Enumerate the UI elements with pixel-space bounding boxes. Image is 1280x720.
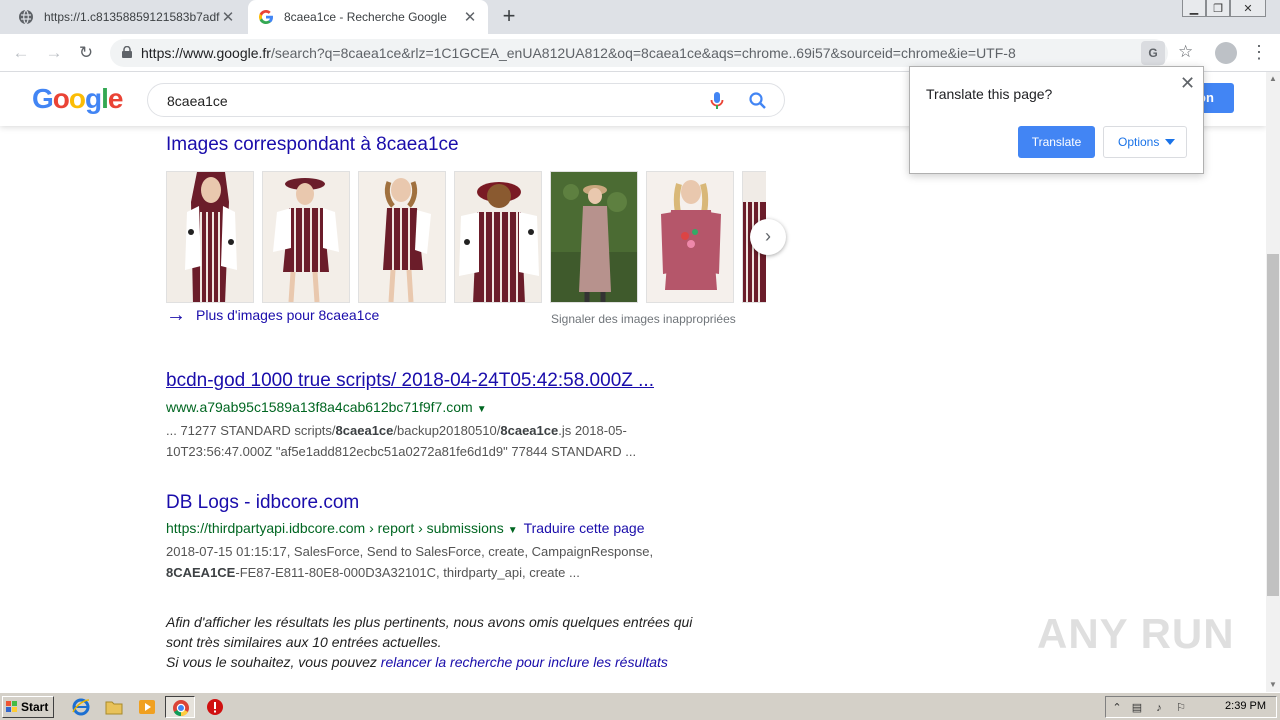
snippet-text: ... 71277 STANDARD scripts/: [166, 423, 336, 438]
image-thumbnail[interactable]: [454, 171, 542, 303]
snippet-text: -FE87-E811-80E8-000D3A32101C, thirdparty…: [235, 565, 580, 580]
tab-url[interactable]: https://1.c81358859121583b7adf2a ✕: [8, 0, 246, 34]
restore-icon[interactable]: ❐: [1206, 0, 1230, 17]
back-arrow-icon[interactable]: ←: [10, 42, 32, 64]
translate-icon[interactable]: G: [1141, 41, 1165, 65]
omitted-text: Afin d'afficher les résultats les plus p…: [166, 614, 693, 630]
search-query: 8caea1ce: [167, 93, 228, 109]
scrollbar-thumb[interactable]: [1267, 254, 1279, 596]
result-url: www.a79ab95c1589a13f8a4cab612bc71f9f7.co…: [166, 399, 487, 415]
scroll-down-icon[interactable]: ▼: [1266, 678, 1280, 692]
snippet-text: 2018-07-15 01:15:17, SalesForce, Send to…: [166, 544, 654, 559]
chrome-taskbar-button[interactable]: [165, 696, 195, 718]
translate-popup: Translate this page? ✕ Translate Options: [909, 66, 1204, 174]
tab-strip: https://1.c81358859121583b7adf2a ✕ 8caea…: [0, 0, 1280, 34]
windows-flag-icon: [6, 701, 17, 712]
result-title-link[interactable]: DB Logs - idbcore.com: [166, 492, 359, 514]
search-input[interactable]: 8caea1ce: [147, 83, 785, 117]
stop-icon[interactable]: [206, 698, 224, 716]
dropdown-caret-icon[interactable]: ▼: [477, 404, 487, 415]
internet-explorer-icon[interactable]: [72, 698, 90, 716]
snippet-highlight: 8caea1ce: [335, 423, 394, 438]
carousel-next-button[interactable]: ›: [750, 219, 786, 255]
image-thumbnail[interactable]: [262, 171, 350, 303]
dropdown-caret-icon[interactable]: ▼: [508, 525, 518, 536]
scroll-up-icon[interactable]: ▲: [1266, 72, 1280, 86]
action-center-flag-icon[interactable]: ⚐: [1174, 701, 1188, 715]
close-tab-icon[interactable]: ✕: [462, 8, 478, 26]
system-tray: ⌃ ▤ ♪ ⚐ 2:39 PM: [1105, 696, 1277, 718]
url-path: /search?q=8caea1ce&rlz=1C1GCEA_enUA812UA…: [270, 45, 1016, 61]
image-thumbnails: [166, 171, 766, 303]
result-url-text: https://thirdpartyapi.idbcore.com › repo…: [166, 520, 504, 536]
translate-page-link[interactable]: Traduire cette page: [524, 520, 645, 536]
snippet-text: .js 2018-05-: [558, 423, 627, 438]
omitted-text: sont très similaires aux 10 entrées actu…: [166, 634, 442, 650]
url-host: https://www.google.fr: [141, 45, 271, 61]
omitted-results-notice: Afin d'afficher les résultats les plus p…: [166, 612, 776, 672]
windows-taskbar: Start ⌃ ▤ ♪ ⚐ 2:39 PM: [0, 692, 1280, 720]
google-logo[interactable]: Google: [32, 83, 123, 115]
options-dropdown[interactable]: Options: [1103, 126, 1187, 158]
profile-avatar[interactable]: [1215, 42, 1237, 64]
start-label: Start: [21, 700, 49, 714]
page-scrollbar[interactable]: ▲ ▼: [1266, 72, 1280, 692]
report-images-link[interactable]: Signaler des images inappropriées: [551, 312, 736, 326]
search-icon[interactable]: [748, 91, 768, 111]
reload-icon[interactable]: ↻: [75, 42, 97, 64]
new-tab-button[interactable]: +: [498, 5, 520, 28]
more-images-link[interactable]: → Plus d'images pour 8caea1ce: [166, 304, 380, 326]
address-bar[interactable]: https://www.google.fr/search?q=8caea1ce&…: [110, 39, 1193, 67]
tray-expand-icon[interactable]: ⌃: [1110, 701, 1124, 715]
snippet-highlight: 8caea1ce: [500, 423, 559, 438]
arrow-right-icon: →: [166, 304, 186, 326]
screen: https://1.c81358859121583b7adf2a ✕ 8caea…: [0, 0, 1280, 720]
tab-title: https://1.c81358859121583b7adf2a: [44, 10, 220, 24]
images-heading[interactable]: Images correspondant à 8caea1ce: [166, 134, 459, 156]
result-title-link[interactable]: bcdn-god 1000 true scripts/ 2018-04-24T0…: [166, 370, 654, 392]
bookmark-star-icon[interactable]: ☆: [1178, 42, 1193, 62]
translate-button[interactable]: Translate: [1018, 126, 1095, 158]
window-close-icon[interactable]: ✕: [1230, 0, 1266, 17]
close-icon[interactable]: ✕: [1180, 73, 1195, 94]
image-thumbnail[interactable]: [358, 171, 446, 303]
result-url-text: www.a79ab95c1589a13f8a4cab612bc71f9f7.co…: [166, 399, 473, 415]
snippet-highlight: 8CAEA1CE: [166, 565, 236, 580]
microphone-icon[interactable]: [709, 91, 725, 111]
url-text: https://www.google.fr/search?q=8caea1ce&…: [141, 45, 1016, 61]
snippet-text: 10T23:56:47.000Z "af5e1add812ecbc51a0272…: [166, 444, 637, 459]
anyrun-watermark: ANY RUN: [1037, 610, 1235, 657]
media-player-icon[interactable]: [138, 698, 156, 716]
start-button[interactable]: Start: [2, 696, 54, 718]
network-icon[interactable]: ▤: [1130, 701, 1144, 715]
result-url: https://thirdpartyapi.idbcore.com › repo…: [166, 520, 645, 536]
clock[interactable]: 2:39 PM: [1225, 700, 1266, 712]
chevron-down-icon: [1165, 139, 1175, 145]
snippet-text: /backup20180510/: [393, 423, 501, 438]
window-controls: ▁ ❐ ✕: [1182, 0, 1266, 18]
result-snippet: ... 71277 STANDARD scripts/8caea1ce/back…: [166, 420, 686, 462]
menu-kebab-icon[interactable]: ⋮: [1250, 42, 1268, 64]
folder-icon[interactable]: [105, 698, 123, 716]
google-favicon-icon: [258, 9, 274, 25]
repeat-search-link[interactable]: relancer la recherche pour inclure les r…: [381, 654, 668, 670]
close-tab-icon[interactable]: ✕: [220, 8, 236, 26]
omitted-text: Si vous le souhaitez, vous pouvez: [166, 654, 381, 670]
more-images-label: Plus d'images pour 8caea1ce: [196, 307, 380, 323]
image-thumbnail[interactable]: [166, 171, 254, 303]
globe-icon: [18, 9, 34, 25]
forward-arrow-icon[interactable]: →: [43, 42, 65, 64]
image-thumbnail[interactable]: [550, 171, 638, 303]
image-thumbnail[interactable]: [646, 171, 734, 303]
volume-icon[interactable]: ♪: [1152, 701, 1166, 715]
translate-question: Translate this page?: [926, 86, 1053, 102]
minimize-icon[interactable]: ▁: [1182, 0, 1206, 17]
tab-google-search[interactable]: 8caea1ce - Recherche Google ✕: [248, 0, 488, 34]
options-label: Options: [1118, 135, 1160, 149]
result-snippet: 2018-07-15 01:15:17, SalesForce, Send to…: [166, 541, 686, 583]
tab-title: 8caea1ce - Recherche Google: [284, 10, 447, 24]
lock-icon: [122, 46, 132, 58]
